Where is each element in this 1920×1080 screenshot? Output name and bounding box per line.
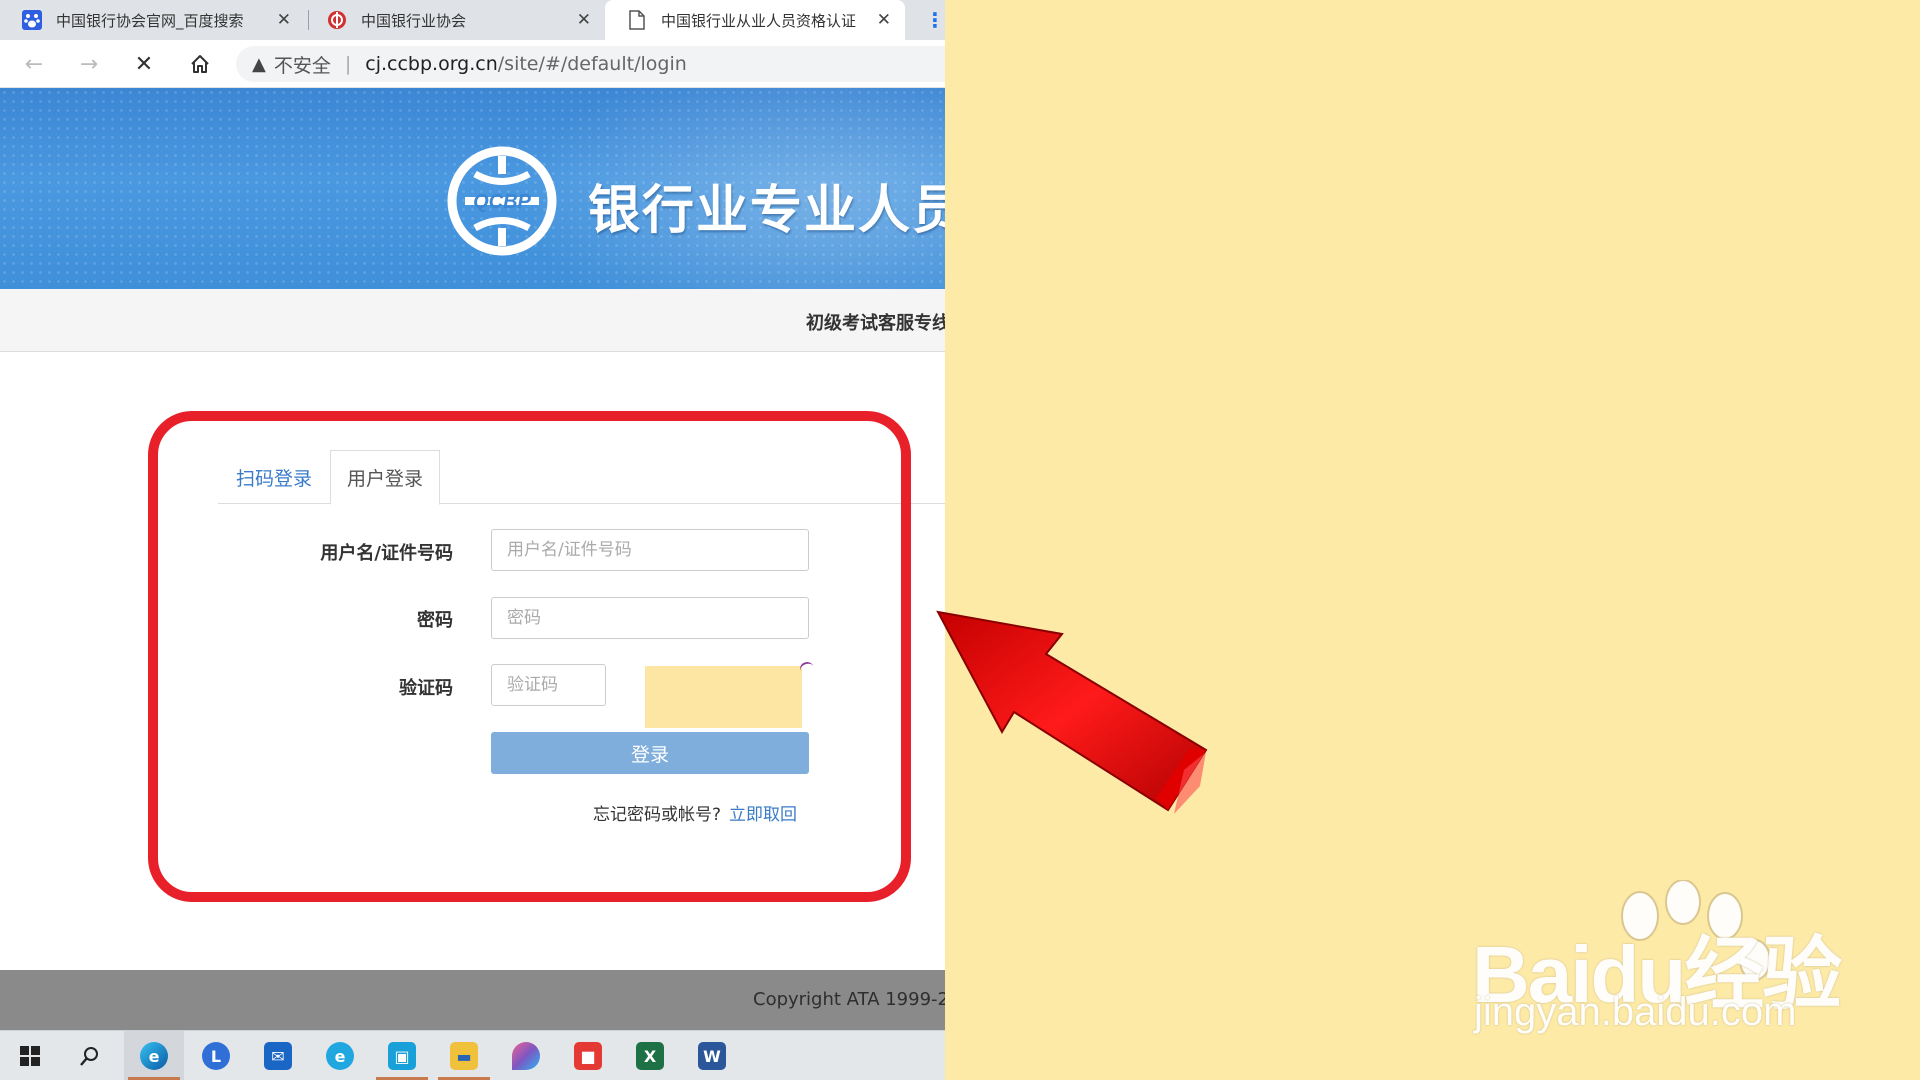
- stop-icon[interactable]: ✕: [128, 48, 160, 80]
- recorder-icon[interactable]: ■: [558, 1031, 618, 1080]
- address-divider: |: [344, 53, 352, 75]
- qcbp-logo-icon: QCBP: [447, 146, 557, 256]
- close-icon[interactable]: ✕: [577, 10, 591, 30]
- site-footer: Copyright ATA 1999-20: [0, 970, 945, 1030]
- page-icon: [627, 10, 647, 30]
- paint-icon[interactable]: [496, 1031, 556, 1080]
- site-banner: QCBP 银行业专业人员初: [0, 88, 945, 289]
- l-app-icon[interactable]: L: [186, 1031, 246, 1080]
- hotline-bar: 初级考试客服专线: [0, 289, 945, 352]
- watermark-url: jingyan.baidu.com: [1474, 990, 1797, 1034]
- file-explorer-icon[interactable]: ▬: [434, 1031, 494, 1080]
- tab-title: 中国银行业从业人员资格认证: [661, 11, 857, 30]
- address-bar[interactable]: ▲ 不安全 | cj.ccbp.org.cn/site/#/default/lo…: [236, 46, 945, 82]
- url-path: /site/#/default/login: [497, 53, 687, 75]
- url-host: cj.ccbp.org.cn: [365, 53, 498, 75]
- close-icon[interactable]: ✕: [277, 10, 291, 30]
- browser-toolbar: ← → ✕ ▲ 不安全 | cj.ccbp.org.cn/site/#/defa…: [0, 40, 945, 88]
- tab-baidu-search[interactable]: 中国银行协会官网_百度搜索 ✕: [0, 0, 305, 40]
- annotation-arrow-icon: [936, 610, 1208, 814]
- warning-icon: ▲: [252, 53, 266, 75]
- forward-icon[interactable]: →: [73, 48, 105, 80]
- tab-strip: 中国银行协会官网_百度搜索 ✕ 中国银行业协会 ✕ 中国银行业从业人员资格认证 …: [0, 0, 945, 40]
- close-icon[interactable]: ✕: [877, 10, 891, 30]
- ie-icon[interactable]: e: [310, 1031, 370, 1080]
- baidu-paw-icon: [22, 10, 42, 30]
- back-icon[interactable]: ←: [18, 48, 50, 80]
- store-icon[interactable]: ▣: [372, 1031, 432, 1080]
- tab-title: 中国银行协会官网_百度搜索: [56, 11, 244, 30]
- copyright-text: Copyright ATA 1999-20: [753, 989, 945, 1010]
- tab-ccbp[interactable]: 中国银行业从业人员资格认证 ✕: [605, 0, 905, 40]
- tab-title: 中国银行业协会: [361, 11, 467, 30]
- mail-icon[interactable]: ✉: [248, 1031, 308, 1080]
- cba-logo-icon: [327, 10, 347, 30]
- taskbar: e L ✉ e ▣ ▬ ■ X W: [0, 1030, 945, 1080]
- windows-start-icon[interactable]: [0, 1031, 60, 1080]
- svg-text:QCBP: QCBP: [473, 191, 531, 213]
- browser-window: 中国银行协会官网_百度搜索 ✕ 中国银行业协会 ✕ 中国银行业从业人员资格认证 …: [0, 0, 945, 1080]
- excel-icon[interactable]: X: [620, 1031, 680, 1080]
- security-label: 不安全: [273, 54, 331, 77]
- search-icon[interactable]: [60, 1031, 120, 1080]
- site-title: 银行业专业人员初: [588, 181, 945, 241]
- edge-icon[interactable]: e: [124, 1031, 184, 1080]
- annotation-highlight-frame: [148, 411, 911, 902]
- word-icon[interactable]: W: [682, 1031, 742, 1080]
- home-icon[interactable]: [184, 48, 216, 80]
- hotline-text: 初级考试客服专线: [806, 313, 945, 334]
- more-icon[interactable]: ⋮: [925, 8, 945, 32]
- tab-cba[interactable]: 中国银行业协会 ✕: [305, 0, 605, 40]
